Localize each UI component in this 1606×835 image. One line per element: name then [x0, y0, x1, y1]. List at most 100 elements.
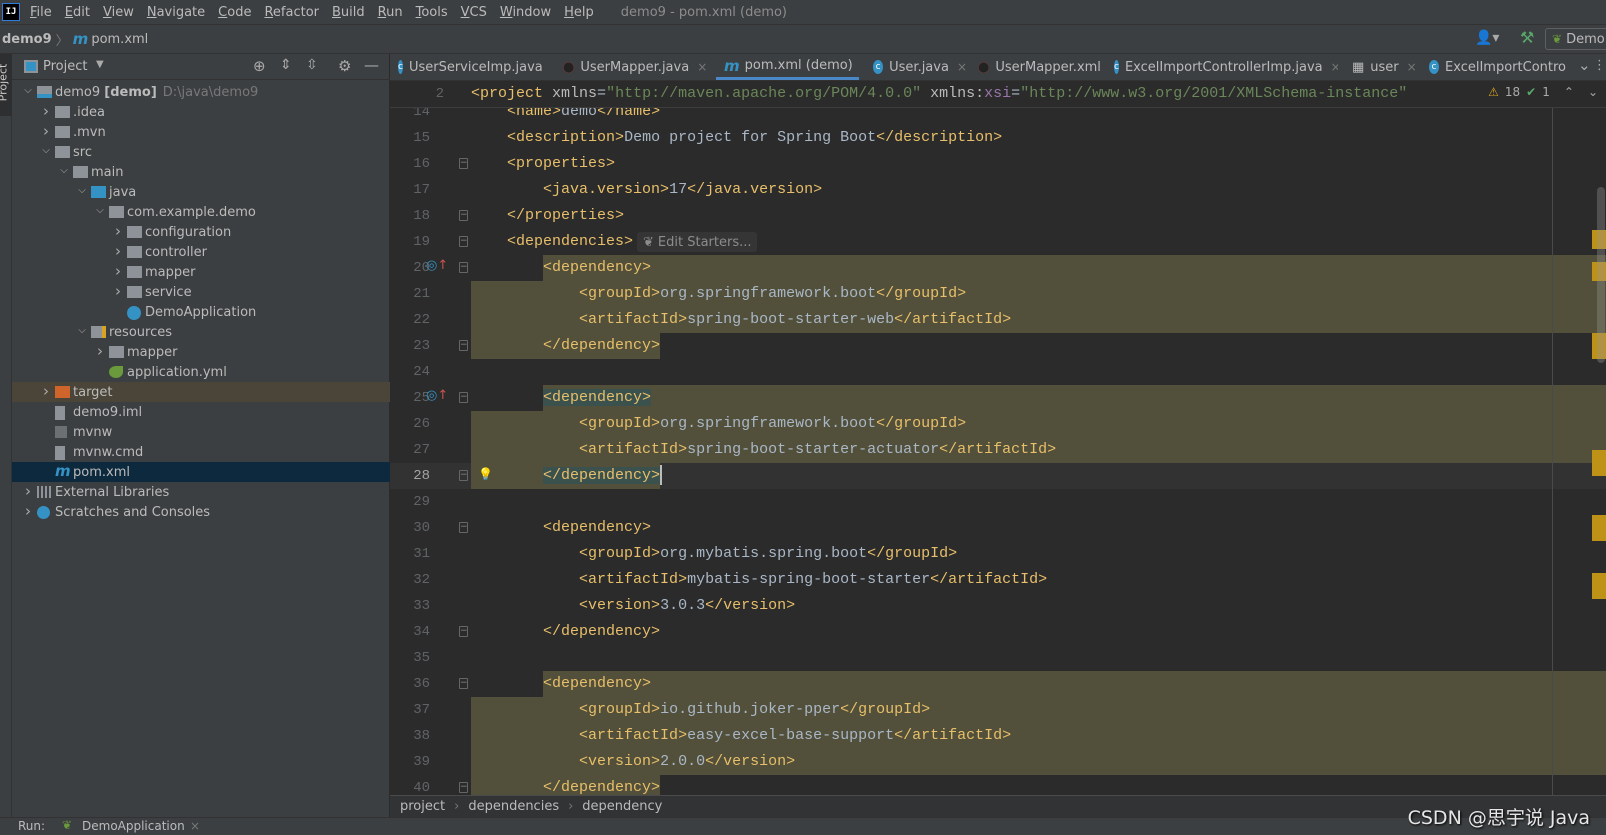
close-icon[interactable]: × — [1407, 60, 1416, 74]
warning-stripe-marker[interactable] — [1592, 515, 1606, 541]
fold-marker-icon[interactable]: − — [459, 158, 468, 169]
fold-marker-icon[interactable]: − — [459, 470, 468, 481]
fold-marker-icon[interactable]: − — [459, 236, 468, 247]
chevron-right-icon[interactable]: › — [41, 104, 51, 119]
nav-project[interactable]: demo9 — [2, 32, 52, 47]
next-highlight-icon[interactable]: ⌄ — [1588, 85, 1598, 99]
menu-build[interactable]: Build — [332, 5, 365, 20]
fold-marker-icon[interactable]: − — [459, 262, 468, 273]
close-icon[interactable]: × — [1331, 60, 1338, 74]
tab-excelimportcontro[interactable]: c ExcelImportContro — [1421, 54, 1566, 80]
close-icon[interactable]: × — [697, 60, 707, 74]
close-icon[interactable]: × — [957, 60, 967, 74]
breadcrumb-dependencies[interactable]: dependencies — [468, 799, 559, 814]
tree-item-application-yml[interactable]: application.yml — [12, 362, 390, 382]
project-tool-window-tab[interactable]: Project — [0, 54, 12, 116]
edit-starters-inlay[interactable]: ❦ Edit Starters... — [637, 232, 758, 252]
close-icon[interactable]: × — [190, 819, 200, 833]
tab-pom-xml-demo-[interactable]: mpom.xml (demo)× — [716, 54, 859, 80]
menu-code[interactable]: Code — [218, 5, 251, 20]
tabs-dropdown-icon[interactable]: ⌄ — [1578, 56, 1591, 74]
run-tab-demoapplication[interactable]: DemoApplication — [82, 819, 185, 833]
tab-usermapper-java[interactable]: ● UserMapper.java × — [555, 54, 713, 80]
menu-view[interactable]: View — [103, 5, 134, 20]
menu-navigate[interactable]: Navigate — [147, 5, 205, 20]
tree-item-configuration[interactable]: › configuration — [12, 222, 390, 242]
menu-window[interactable]: Window — [500, 5, 551, 20]
locate-file-icon[interactable]: ⊕ — [253, 57, 266, 75]
tree-item-mvnw-cmd[interactable]: mvnw.cmd — [12, 442, 390, 462]
chevron-right-icon[interactable]: › — [95, 344, 105, 359]
tab-user-java[interactable]: c User.java × — [865, 54, 967, 80]
tree-item-mapper[interactable]: › mapper — [12, 262, 390, 282]
fold-marker-icon[interactable]: − — [459, 782, 468, 793]
chevron-right-icon[interactable]: › — [113, 284, 123, 299]
menu-edit[interactable]: Edit — [65, 5, 90, 20]
menu-refactor[interactable]: Refactor — [264, 5, 319, 20]
expand-all-icon[interactable]: ⇕ — [280, 57, 292, 73]
tree-item-src[interactable]: ⌵ src — [12, 142, 390, 162]
nav-file[interactable]: pom.xml — [91, 32, 148, 47]
chevron-right-icon[interactable]: › — [41, 124, 51, 139]
menu-tools[interactable]: Tools — [416, 5, 448, 20]
menu-file[interactable]: File — [30, 5, 52, 20]
chevron-down-icon[interactable]: ▼ — [96, 59, 104, 70]
chevron-right-icon[interactable]: › — [113, 264, 123, 279]
tree-item-external-libraries[interactable]: › External Libraries — [12, 482, 390, 502]
fold-marker-icon[interactable]: − — [459, 392, 468, 403]
chevron-down-icon[interactable]: ⌵ — [41, 146, 51, 156]
fold-marker-icon[interactable]: − — [459, 340, 468, 351]
tree-item-com-example-demo[interactable]: ⌵ com.example.demo — [12, 202, 390, 222]
menu-run[interactable]: Run — [378, 5, 403, 20]
tree-item-controller[interactable]: › controller — [12, 242, 390, 262]
tree-item-demoapplication[interactable]: DemoApplication — [12, 302, 390, 322]
fold-marker-icon[interactable]: − — [459, 210, 468, 221]
menu-vcs[interactable]: VCS — [461, 5, 487, 20]
chevron-down-icon[interactable]: ⌵ — [95, 206, 105, 216]
chevron-right-icon[interactable]: › — [23, 484, 33, 499]
fold-marker-icon[interactable]: − — [459, 678, 468, 689]
tree-item-demo9-iml[interactable]: demo9.iml — [12, 402, 390, 422]
tree-item--idea[interactable]: › .idea — [12, 102, 390, 122]
tree-item-java[interactable]: ⌵ java — [12, 182, 390, 202]
tree-item-demo9[interactable]: ⌵ demo9 [demo] D:\java\demo9 — [12, 82, 390, 102]
more-options-icon[interactable]: ⋮ — [1593, 58, 1606, 73]
previous-highlight-icon[interactable]: ⌃ — [1564, 85, 1574, 99]
chevron-right-icon[interactable]: › — [23, 504, 33, 519]
fold-marker-icon[interactable]: − — [459, 626, 468, 637]
tree-item-main[interactable]: ⌵ main — [12, 162, 390, 182]
hide-panel-icon[interactable]: — — [364, 56, 379, 74]
dependency-gutter-icon[interactable]: ◎↑ — [426, 388, 448, 403]
tree-item-mvnw[interactable]: mvnw — [12, 422, 390, 442]
chevron-down-icon[interactable]: ⌵ — [59, 166, 69, 176]
chevron-down-icon[interactable]: ⌵ — [77, 326, 87, 336]
breadcrumb-project[interactable]: project — [400, 799, 445, 814]
tab-user[interactable]: ▦ user × — [1344, 54, 1416, 80]
breadcrumb-dependency[interactable]: dependency — [582, 799, 662, 814]
chevron-right-icon[interactable]: › — [41, 384, 51, 399]
build-hammer-icon[interactable]: ⚒ — [1520, 28, 1534, 47]
tab-usermapper-xml[interactable]: ●UserMapper.xml× — [970, 54, 1100, 80]
menu-help[interactable]: Help — [564, 5, 594, 20]
chevron-right-icon[interactable]: › — [113, 224, 123, 239]
tree-item-target[interactable]: › target — [12, 382, 390, 402]
tab-userserviceimp-java[interactable]: cUserServiceImp.java× — [390, 54, 550, 80]
chevron-down-icon[interactable]: ⌵ — [77, 186, 87, 196]
user-account-icon[interactable]: 👤▾ — [1475, 30, 1499, 46]
chevron-down-icon[interactable]: ⌵ — [23, 86, 33, 96]
collapse-all-icon[interactable]: ⇳ — [306, 57, 318, 73]
gear-icon[interactable]: ⚙ — [338, 57, 351, 75]
warning-stripe-marker[interactable] — [1592, 450, 1606, 476]
tree-item-mapper[interactable]: › mapper — [12, 342, 390, 362]
tree-item-resources[interactable]: ⌵ resources — [12, 322, 390, 342]
tree-item-scratches-and-consoles[interactable]: › Scratches and Consoles — [12, 502, 390, 522]
tree-item--mvn[interactable]: › .mvn — [12, 122, 390, 142]
tab-excelimportcontrollerimp-java[interactable]: c ExcelImportControllerImp.java × — [1106, 54, 1338, 80]
inspection-widget[interactable]: ⚠ 18 ✔ 1 ⌃ ⌄ — [1480, 85, 1598, 99]
project-view-selector[interactable]: Project — [43, 59, 87, 74]
warning-stripe-marker[interactable] — [1592, 573, 1606, 599]
tree-item-service[interactable]: › service — [12, 282, 390, 302]
tree-item-pom-xml[interactable]: m pom.xml — [12, 462, 390, 482]
chevron-right-icon[interactable]: › — [113, 244, 123, 259]
code-editor[interactable]: 2 <project xmlns="http://maven.apache.or… — [390, 81, 1606, 795]
